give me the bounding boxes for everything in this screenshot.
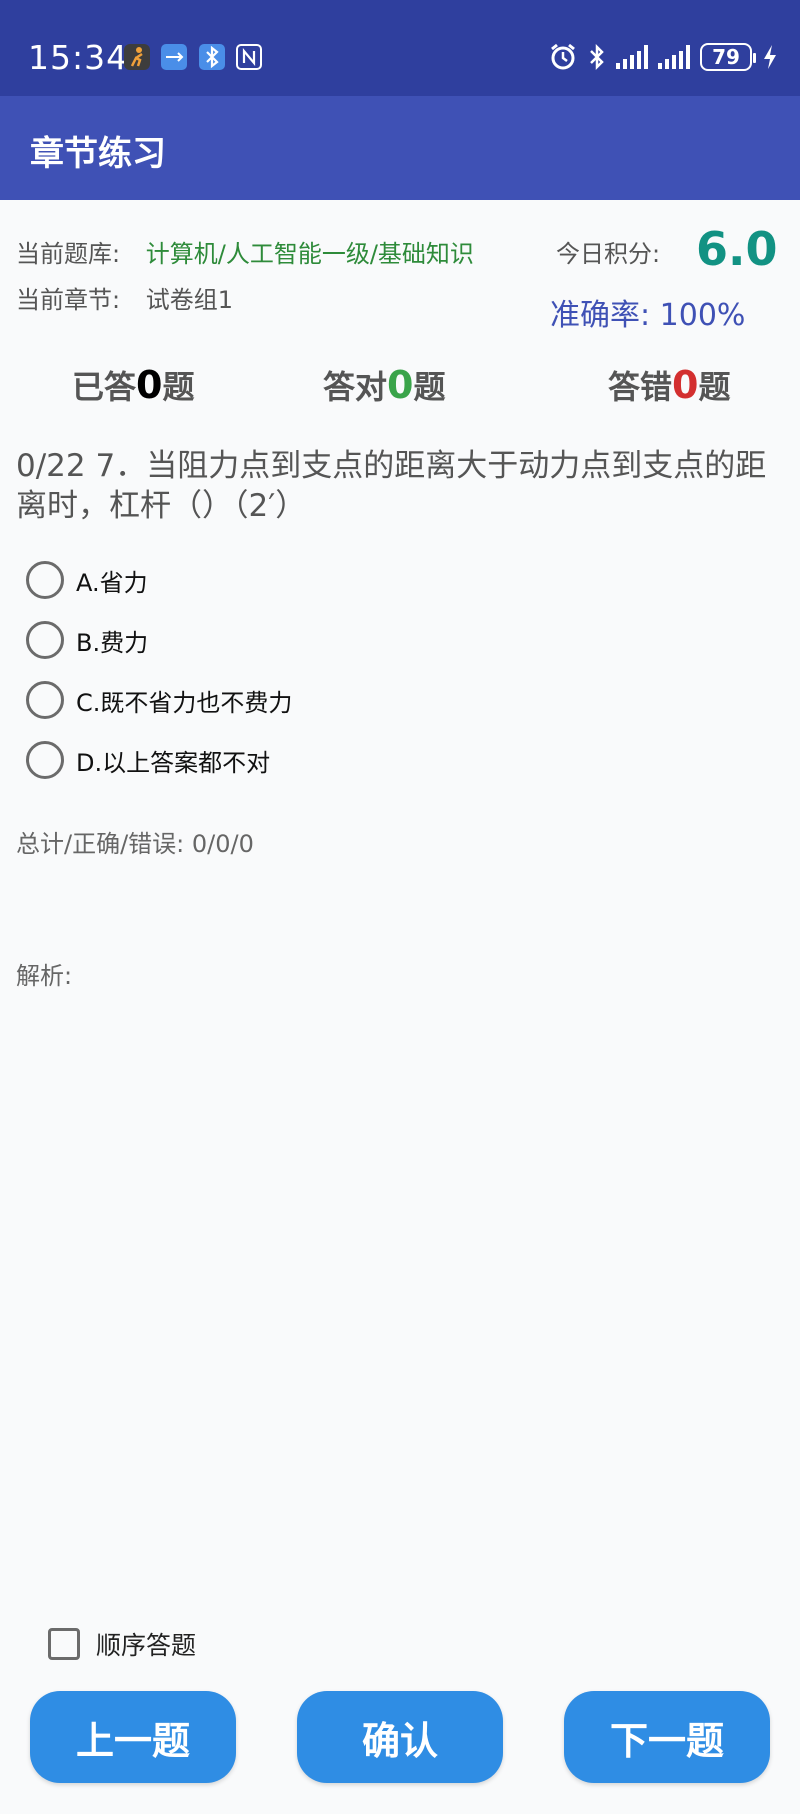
charging-icon <box>764 45 776 69</box>
answered-suffix: 题 <box>162 368 195 406</box>
confirm-button[interactable]: 确认 <box>297 1691 503 1783</box>
score-value: 6.0 <box>696 222 778 276</box>
option-label: A.省力 <box>76 568 148 597</box>
signal-icon <box>616 45 648 69</box>
alarm-icon <box>551 43 575 70</box>
app-bar: 章节练习 <box>0 96 800 200</box>
radio-button[interactable] <box>26 741 64 779</box>
library-label: 当前题库: <box>16 240 121 268</box>
answer-summary: 总计/正确/错误: 0/0/0 <box>16 830 254 858</box>
answered-label: 已答 <box>72 368 137 406</box>
accuracy-text: 准确率: 100% <box>550 298 746 333</box>
option-d[interactable]: D.以上答案都不对 <box>26 740 270 780</box>
prev-question-button[interactable]: 上一题 <box>30 1691 236 1783</box>
question-text: 0/22 7．当阻力点到支点的距离大于动力点到支点的距离时，杠杆（）（2′） <box>16 448 767 524</box>
library-value: 计算机/人工智能一级/基础知识 <box>145 240 474 268</box>
next-question-button[interactable]: 下一题 <box>564 1691 770 1783</box>
chapter-row: 当前章节: 试卷组1 <box>16 280 233 315</box>
order-answer-checkbox[interactable]: 顺序答题 <box>48 1626 196 1662</box>
radio-button[interactable] <box>26 561 64 599</box>
answered-stat: 已答0题 <box>72 362 194 408</box>
score-label: 今日积分: <box>556 240 661 268</box>
status-bar: 15:34 79 <box>0 0 800 96</box>
radio-button[interactable] <box>26 621 64 659</box>
wrong-count: 0 <box>672 363 699 407</box>
order-answer-label: 顺序答题 <box>96 1631 197 1660</box>
library-row: 当前题库: 计算机/人工智能一级/基础知识 <box>16 234 474 269</box>
option-label: C.既不省力也不费力 <box>76 688 293 717</box>
option-c[interactable]: C.既不省力也不费力 <box>26 680 292 720</box>
bluetooth-app-icon <box>199 44 225 70</box>
answered-count: 0 <box>136 363 163 407</box>
usb-icon <box>161 44 187 70</box>
wrong-label: 答错 <box>608 368 673 406</box>
analysis-label: 解析: <box>16 962 73 990</box>
status-indicators: 79 <box>548 40 778 74</box>
option-label: B.费力 <box>76 628 149 657</box>
running-app-icon <box>124 44 150 70</box>
option-b[interactable]: B.费力 <box>26 620 148 660</box>
option-label: D.以上答案都不对 <box>76 748 271 777</box>
wrong-suffix: 题 <box>698 368 731 406</box>
chapter-label: 当前章节: <box>16 286 121 314</box>
option-a[interactable]: A.省力 <box>26 560 148 600</box>
clock: 15:34 <box>28 38 129 77</box>
chapter-value: 试卷组1 <box>145 286 234 314</box>
wrong-stat: 答错0题 <box>608 362 730 408</box>
bluetooth-icon <box>590 43 604 71</box>
battery-icon: 79 <box>700 43 756 71</box>
correct-label: 答对 <box>323 368 388 406</box>
correct-count: 0 <box>387 363 414 407</box>
signal-icon <box>658 45 690 69</box>
radio-button[interactable] <box>26 681 64 719</box>
correct-stat: 答对0题 <box>323 362 445 408</box>
correct-suffix: 题 <box>413 368 446 406</box>
page-title: 章节练习 <box>30 134 166 174</box>
checkbox[interactable] <box>48 1628 80 1660</box>
nfc-icon <box>236 44 262 70</box>
